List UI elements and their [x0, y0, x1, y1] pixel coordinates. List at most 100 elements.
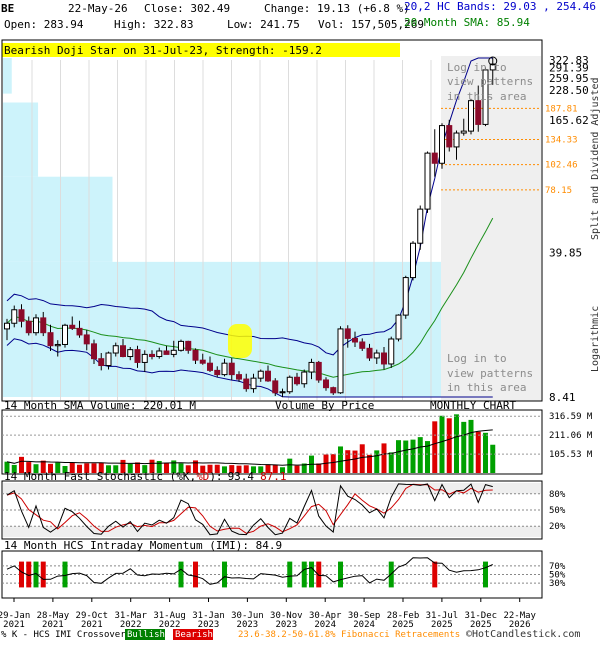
candle-body — [301, 371, 308, 385]
stoch-title-suffix: ): — [209, 470, 222, 483]
price-axis-label-5: 39.85 — [549, 246, 582, 259]
candle-body — [170, 349, 177, 355]
candle-body — [91, 343, 97, 360]
stoch-d-label: %D — [196, 470, 209, 483]
imi-crossover-bar — [19, 561, 24, 588]
stochastic-panel-title: 14 Month Fast Stochastic (%K,%D): 93.4 87.… — [4, 470, 287, 483]
candle-body — [11, 309, 18, 324]
candle-body — [460, 130, 467, 134]
candle-body — [83, 334, 90, 345]
open-label: Open: 283.94 — [4, 18, 84, 31]
candle-body — [330, 387, 337, 394]
login-line-1: Log in to — [447, 61, 507, 74]
candle-body — [468, 100, 474, 132]
volume-bar — [287, 458, 293, 473]
fibonacci-legend: 23.6-38.2-50-61.8% Fibonacci Retracement… — [238, 630, 460, 640]
imi-crossover-bar — [316, 561, 322, 588]
footer: % K - HCS IMI Crossover, Bullish Bearish… — [1, 629, 580, 640]
candle-body — [112, 345, 119, 354]
stoch-axis-label-2: 20% — [549, 522, 566, 532]
change-label: Change: 19.13 (+6.8 %) — [264, 2, 410, 15]
candle-body — [185, 340, 192, 351]
candle-body — [105, 352, 112, 367]
imi-crossover-bar — [287, 561, 293, 588]
site-credit: ©HotCandlestick.com — [466, 629, 580, 640]
imi-crossover-bar — [483, 561, 488, 588]
candle-body — [402, 277, 409, 316]
x-tick-label-year-0: 2021 — [3, 620, 25, 630]
date-label: 22-May-26 — [68, 2, 128, 15]
imi-crossover-bar — [338, 561, 343, 588]
stoch-axis-label-0: 80% — [549, 490, 566, 500]
volume-bar — [432, 421, 438, 473]
close-label: Close: 302.49 — [144, 2, 230, 15]
candle-body — [359, 341, 366, 349]
stoch-k-label: %K — [176, 470, 190, 483]
volume-bar — [294, 465, 300, 473]
candle-body — [475, 100, 482, 125]
price-panel: 187.81 134.33 102.46 78.15 Bearish Doji Sta… — [1, 39, 600, 404]
x-tick-label-year-6: 2023 — [237, 620, 259, 630]
vbp-bar-3 — [3, 102, 39, 177]
candle-body — [228, 362, 235, 376]
candle-body — [69, 324, 76, 329]
stoch-k-value: 93.4 — [228, 470, 255, 483]
imi-crossover-bar — [193, 561, 198, 588]
candle-body — [366, 347, 373, 359]
candle-body — [120, 345, 126, 358]
chart-svg: BE 22-May-26 Close: 302.49 Change: 19.13… — [0, 0, 600, 640]
volume-bar — [468, 419, 474, 473]
volume-bar — [454, 414, 459, 473]
login-line-2-b: view patterns — [447, 367, 533, 380]
candle-body — [243, 378, 250, 390]
candle-body — [40, 317, 47, 334]
volume-bar — [475, 431, 481, 473]
hc-bands-label: 20,2 HC Bands: 29.03 , 254.46 — [404, 0, 596, 13]
candle-body — [156, 350, 163, 358]
login-line-3-b: in this area — [447, 381, 526, 394]
candle-body — [192, 349, 199, 361]
volume-bar — [410, 439, 416, 473]
price-axis-label-4: 165.62 — [549, 114, 589, 127]
volume-bar — [439, 415, 445, 473]
imi-crossover-bar — [301, 561, 307, 588]
candle-body — [410, 242, 416, 279]
candle-body — [54, 343, 61, 347]
bullish-legend-label: Bullish — [127, 630, 165, 640]
imi-crossover-bar — [222, 561, 227, 588]
volume-bar — [490, 444, 496, 473]
stoch-title-prefix: 14 Month Fast Stochastic ( — [4, 470, 176, 483]
imi-axis-label-2: 30% — [549, 579, 566, 589]
imi-crossover-bar — [178, 561, 184, 588]
candle-body — [18, 309, 25, 322]
volume-bar — [461, 421, 467, 473]
volume-bar — [396, 440, 401, 473]
candle-body — [265, 370, 271, 382]
split-adjusted-label: Split and Dividend Adjusted — [590, 77, 600, 240]
volume-axis-label-0: 316.59 M — [549, 412, 593, 422]
candle-body — [98, 358, 105, 367]
sma-label: 20 Month SMA: 85.94 — [404, 16, 530, 29]
volume-bar — [403, 440, 409, 473]
candle-body — [308, 361, 315, 373]
vbp-bar-0 — [3, 261, 441, 397]
volume-bar — [359, 444, 365, 473]
candle-body — [33, 317, 39, 334]
volume-by-price-label: Volume By Price — [275, 399, 374, 412]
candle-body — [323, 379, 329, 389]
monthly-chart-label: MONTHLY CHART — [430, 399, 516, 412]
volume-axis-label-1: 211.06 M — [549, 431, 593, 441]
candle-body — [286, 376, 293, 393]
stoch-comma: , — [189, 470, 196, 483]
candle-body — [127, 349, 134, 358]
fib-label-1: 134.33 — [545, 135, 578, 145]
stoch-axis-label-1: 50% — [549, 506, 566, 516]
volume-panel: 14 Month SMA Volume: 220.01 M Volume By … — [1, 399, 593, 475]
vbp-bar-2 — [3, 176, 113, 223]
candle-body — [199, 359, 206, 364]
candle-body — [47, 332, 54, 347]
chart-root: BE 22-May-26 Close: 302.49 Change: 19.13… — [0, 0, 600, 640]
candle-body — [149, 353, 155, 358]
imi-crossover-bar — [309, 561, 314, 588]
candle-body — [250, 377, 257, 390]
